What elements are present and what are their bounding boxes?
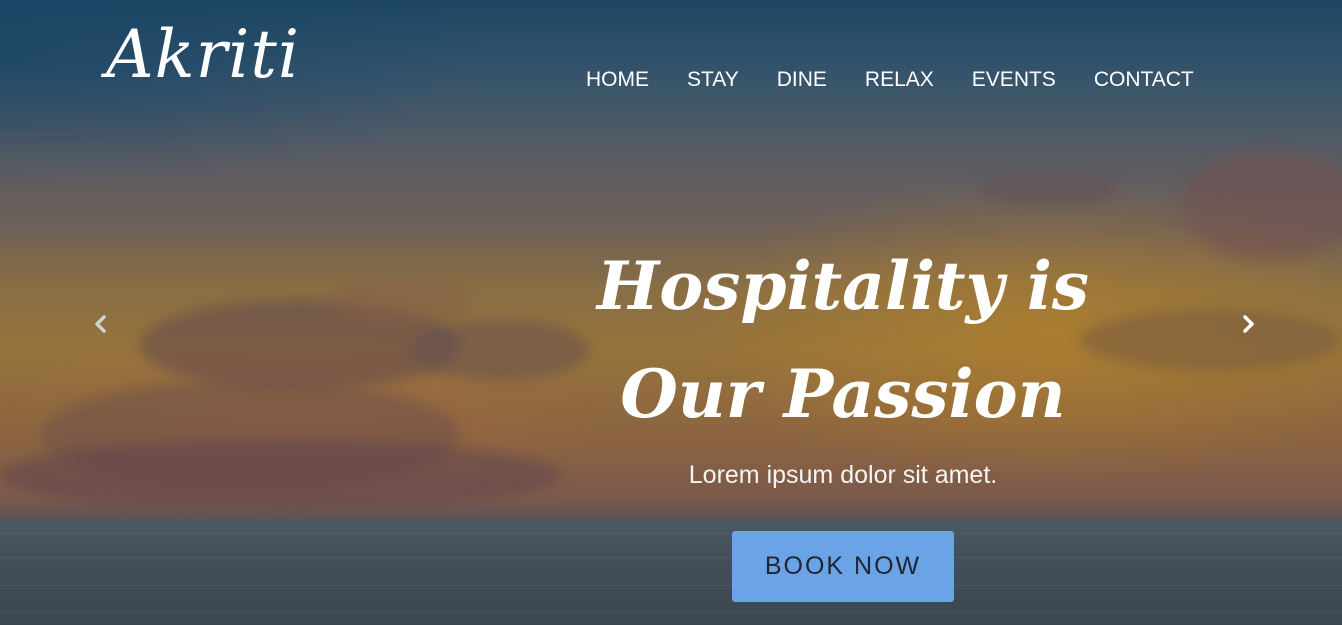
book-now-button[interactable]: BOOK NOW [732,531,954,602]
chevron-left-icon [95,315,106,333]
hero-carousel-slide: Akriti HOME STAY DINE RELAX EVENTS CONTA… [0,0,1342,625]
hero-subtitle: Lorem ipsum dolor sit amet. [688,461,998,489]
nav-item-stay[interactable]: STAY [687,67,739,93]
nav-item-relax[interactable]: RELAX [865,67,934,93]
nav-item-contact[interactable]: CONTACT [1094,67,1194,93]
headline-line-1: Hospitality is [596,247,1090,325]
nav-item-events[interactable]: EVENTS [972,67,1056,93]
carousel-prev-button[interactable] [91,312,111,336]
chevron-right-icon [1243,315,1254,333]
main-nav: HOME STAY DINE RELAX EVENTS CONTACT [586,67,1194,93]
headline-line-2: Our Passion [620,355,1066,433]
nav-item-dine[interactable]: DINE [777,67,827,93]
carousel-next-button[interactable] [1238,312,1258,336]
brand-logo[interactable]: Akriti [106,22,300,88]
hero-headline: Hospitality is Our Passion [560,232,1126,448]
nav-item-home[interactable]: HOME [586,67,649,93]
